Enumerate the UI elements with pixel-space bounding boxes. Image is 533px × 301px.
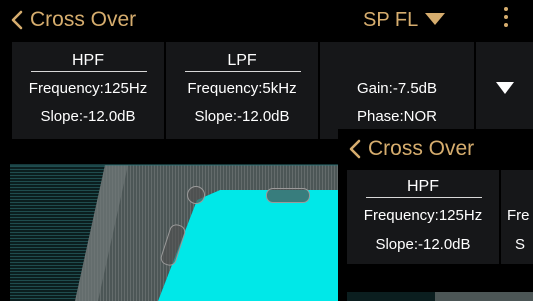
hpf-slope: Slope:-12.0dB	[40, 108, 136, 125]
divider	[31, 71, 147, 72]
expand-triangle-icon	[495, 81, 515, 100]
expand-panel-button[interactable]	[476, 42, 533, 139]
lpf-header: LPF	[227, 52, 257, 69]
more-vertical-icon[interactable]	[504, 3, 508, 31]
back-chevron-icon	[10, 9, 24, 31]
lpf-slope: S	[515, 236, 526, 253]
crossover-graph[interactable]	[347, 292, 533, 301]
speaker-channel-select[interactable]: SP FL	[363, 9, 446, 32]
hpf-frequency: Frequency:125Hz	[28, 80, 148, 97]
hpf-section[interactable]: HPF Frequency:125Hz Slope:-12.0dB	[12, 42, 166, 139]
lpf-section[interactable]: Fre S	[501, 170, 533, 264]
divider	[185, 71, 301, 72]
lpf-frequency: Frequency:5kHz	[187, 80, 297, 97]
hpf-section[interactable]: HPF Frequency:125Hz Slope:-12.0dB	[347, 170, 501, 264]
lpf-frequency: Fre	[507, 207, 530, 224]
divider	[366, 197, 482, 198]
phase-value: Phase:NOR	[356, 108, 438, 125]
crossover-graph[interactable]	[10, 160, 340, 301]
back-button[interactable]: Cross Over	[10, 8, 136, 32]
hpf-slope: Slope:-12.0dB	[375, 236, 471, 253]
top-bar: Cross Over	[10, 0, 136, 40]
filter-handle-icon[interactable]	[187, 186, 205, 204]
top-bar: Cross Over	[348, 129, 474, 169]
dropdown-triangle-icon	[424, 9, 446, 32]
gain-value: Gain:-7.5dB	[356, 80, 438, 97]
back-chevron-icon	[348, 138, 362, 160]
crossover-window-overlay: Cross Over HPF Frequency:125Hz Slope:-12…	[338, 129, 533, 301]
hpf-header: HPF	[407, 178, 439, 195]
filter-handle-icon[interactable]	[266, 188, 310, 203]
gain-phase-section[interactable]: Gain:-7.5dB Phase:NOR	[320, 42, 474, 139]
lpf-slope: Slope:-12.0dB	[194, 108, 290, 125]
page-title: Cross Over	[368, 137, 475, 160]
hpf-frequency: Frequency:125Hz	[363, 207, 483, 224]
back-button[interactable]: Cross Over	[348, 137, 474, 161]
speaker-channel-value: SP FL	[363, 9, 419, 31]
filter-settings-panel: HPF Frequency:125Hz Slope:-12.0dB Fre S	[347, 170, 533, 264]
lpf-section[interactable]: LPF Frequency:5kHz Slope:-12.0dB	[166, 42, 320, 139]
hpf-header: HPF	[72, 52, 104, 69]
filter-settings-panel: HPF Frequency:125Hz Slope:-12.0dB LPF Fr…	[12, 42, 474, 139]
page-title: Cross Over	[30, 8, 137, 31]
